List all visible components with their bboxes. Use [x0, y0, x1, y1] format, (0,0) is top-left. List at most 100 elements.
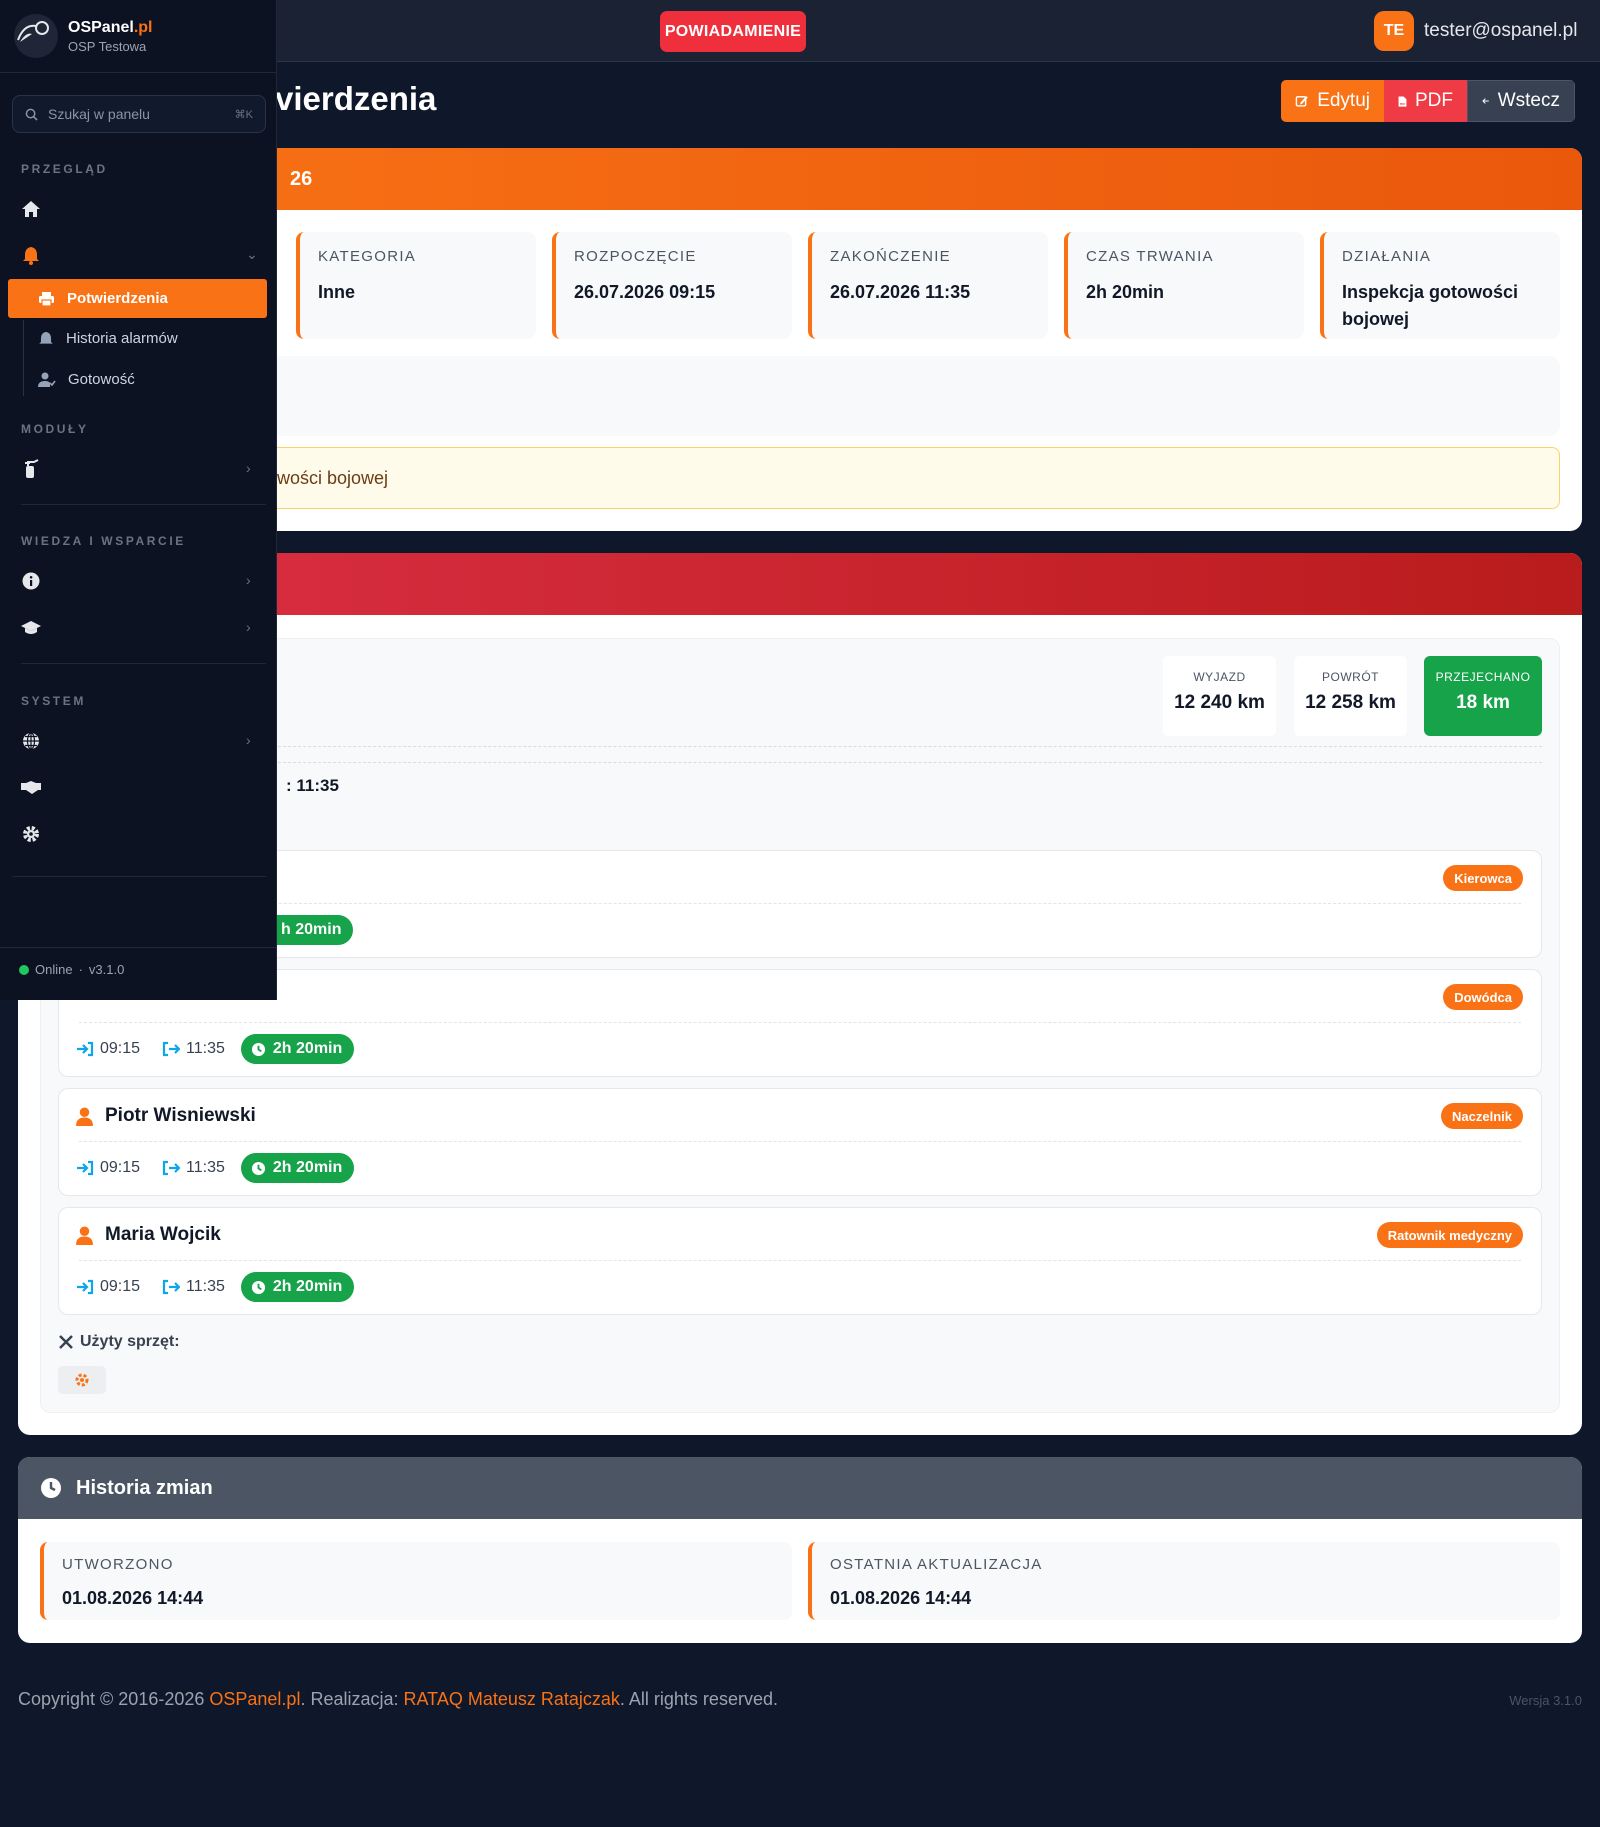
graduation-cap-icon[interactable]	[20, 617, 42, 639]
duration-badge: 2h 20min	[240, 1153, 355, 1183]
extinguisher-icon[interactable]	[20, 458, 42, 480]
info-label: ZAKOŃCZENIE	[830, 248, 951, 265]
history-created: UTWORZONO 01.08.2026 14:44	[40, 1542, 792, 1620]
search-input[interactable]: Szukaj w panelu ⌘K	[12, 95, 266, 133]
chevron-right-icon[interactable]: ›	[246, 732, 251, 748]
edit-button[interactable]: Edytuj	[1281, 80, 1384, 122]
equipment-label: Użyty sprzęt:	[58, 1333, 180, 1351]
history-card-header: Historia zmian	[18, 1457, 1582, 1519]
status-separator: ·	[78, 962, 83, 977]
crew-row: Piotr Wisniewski Naczelnik 09:15 11:35 2…	[58, 1088, 1542, 1196]
crew-times: 09:15 11:35 2h 20min	[76, 1153, 355, 1183]
divider	[79, 1141, 1521, 1142]
gear-icon[interactable]	[20, 823, 42, 845]
duration-value: 2h 20min	[272, 1159, 343, 1176]
details-card-title: 26	[290, 167, 313, 190]
footer-brand-link[interactable]: OSPanel.pl	[209, 1689, 300, 1709]
copyright-suffix: . All rights reserved.	[619, 1689, 778, 1709]
info-label: UTWORZONO	[62, 1556, 174, 1573]
time-out: 11:35	[186, 1040, 225, 1057]
sidebar-item-readiness[interactable]: Gotowość	[38, 371, 135, 388]
info-label: ROZPOCZĘCIE	[574, 248, 697, 265]
info-icon[interactable]	[20, 570, 42, 592]
section-modules: MODUŁY	[21, 422, 89, 436]
brand[interactable]: OSPanel.pl OSP Testowa	[14, 14, 152, 58]
notify-button[interactable]: POWIADAMIENIE	[660, 11, 806, 52]
home-icon[interactable]	[20, 198, 42, 220]
info-value: 26.07.2026 09:15	[574, 282, 716, 302]
pdf-button[interactable]: PDF PDF	[1384, 80, 1467, 122]
info-value: 01.08.2026 14:44	[62, 1588, 204, 1608]
back-button[interactable]: Wstecz	[1467, 80, 1575, 122]
crew-row: Maria Wojcik Ratownik medyczny 09:15 11:…	[58, 1207, 1542, 1315]
clock-icon	[251, 1280, 265, 1294]
user-email[interactable]: tester@ospanel.pl	[1424, 20, 1577, 42]
chevron-right-icon[interactable]: ›	[246, 619, 251, 635]
edit-icon	[1295, 96, 1308, 107]
clock-icon	[251, 1161, 265, 1175]
clock-icon	[41, 1478, 61, 1498]
divider	[58, 762, 1542, 763]
search-shortcut: ⌘K	[234, 108, 253, 121]
duration-value: 2h 20min	[272, 1040, 343, 1057]
tools-icon	[59, 1335, 73, 1349]
sidebar-version: v3.1.0	[88, 962, 125, 977]
copyright-mid: . Realizacja:	[300, 1689, 404, 1709]
time-in: 09:15	[100, 1040, 141, 1057]
section-overview: PRZEGLĄD	[21, 162, 108, 176]
pdf-label: PDF	[1415, 90, 1453, 111]
km-label: POWRÓT	[1322, 670, 1379, 684]
print-icon	[39, 291, 54, 307]
crew-name: Piotr Wisniewski	[105, 1105, 256, 1126]
history-title: Historia zmian	[76, 1476, 213, 1499]
info-label: OSTATNIA AKTUALIZACJA	[830, 1556, 1043, 1573]
duration-badge: 2h 20min	[240, 1272, 355, 1302]
copyright: Copyright © 2016-2026 OSPanel.pl. Realiz…	[18, 1689, 778, 1710]
km-value: 12 258 km	[1305, 692, 1396, 713]
divider	[0, 72, 277, 73]
action-buttons: Edytuj PDF PDF Wstecz	[1281, 80, 1575, 122]
bell-icon[interactable]	[20, 244, 42, 266]
alert-text: wości bojowej	[277, 467, 389, 488]
sign-out-icon	[162, 1041, 181, 1057]
crew-name: Maria Wojcik	[105, 1224, 221, 1245]
info-duration: CZAS TRWANIA 2h 20min	[1064, 232, 1304, 339]
crew-times: h 20min	[277, 915, 354, 945]
info-value: Inspekcja gotowości bojowej	[1342, 282, 1519, 329]
sidebar: OSPanel.pl OSP Testowa Szukaj w panelu ⌘…	[0, 0, 277, 1000]
sidebar-item-confirmations[interactable]: Potwierdzenia	[8, 279, 267, 318]
km-label: WYJAZD	[1193, 670, 1246, 684]
brand-name: OSPanel.pl	[68, 19, 152, 37]
equipment-chip[interactable]	[58, 1366, 106, 1394]
chevron-down-icon[interactable]: ⌄	[246, 246, 258, 263]
history-updated: OSTATNIA AKTUALIZACJA 01.08.2026 14:44	[808, 1542, 1560, 1620]
gear-icon	[75, 1373, 89, 1387]
bell-icon	[39, 331, 53, 344]
chevron-right-icon[interactable]: ›	[246, 572, 251, 588]
chevron-right-icon[interactable]: ›	[246, 460, 251, 476]
edit-label: Edytuj	[1317, 90, 1370, 111]
copyright-prefix: Copyright © 2016-2026	[18, 1689, 210, 1709]
footer: Copyright © 2016-2026 OSPanel.pl. Realiz…	[0, 1665, 1600, 1827]
brand-tld: .pl	[133, 18, 153, 36]
info-value: 01.08.2026 14:44	[830, 1588, 972, 1608]
divider	[79, 1260, 1521, 1261]
time-out: 11:35	[186, 1159, 225, 1176]
info-label: KATEGORIA	[318, 248, 417, 265]
user-clock-icon	[38, 372, 56, 387]
sidebar-item-label: Potwierdzenia	[67, 290, 168, 307]
info-category: KATEGORIA Inne	[296, 232, 536, 339]
sidebar-item-alarm-history[interactable]: Historia alarmów	[38, 330, 178, 347]
sign-out-icon	[162, 1160, 181, 1176]
footer-author-link[interactable]: RATAQ Mateusz Ratajczak	[404, 1689, 620, 1709]
crew-times: 09:15 11:35 2h 20min	[76, 1034, 355, 1064]
info-end: ZAKOŃCZENIE 26.07.2026 11:35	[808, 232, 1048, 339]
handshake-icon[interactable]	[20, 776, 42, 798]
info-value: Inne	[318, 282, 356, 302]
avatar[interactable]: TE	[1374, 11, 1414, 51]
pdf-icon: PDF	[1398, 95, 1407, 107]
crew-row: Kierowca h 20min	[58, 850, 1542, 958]
crew-row: Dowódca 09:15 11:35 2h 20min	[58, 969, 1542, 1077]
globe-icon[interactable]	[20, 730, 42, 752]
user-icon	[76, 1107, 93, 1126]
